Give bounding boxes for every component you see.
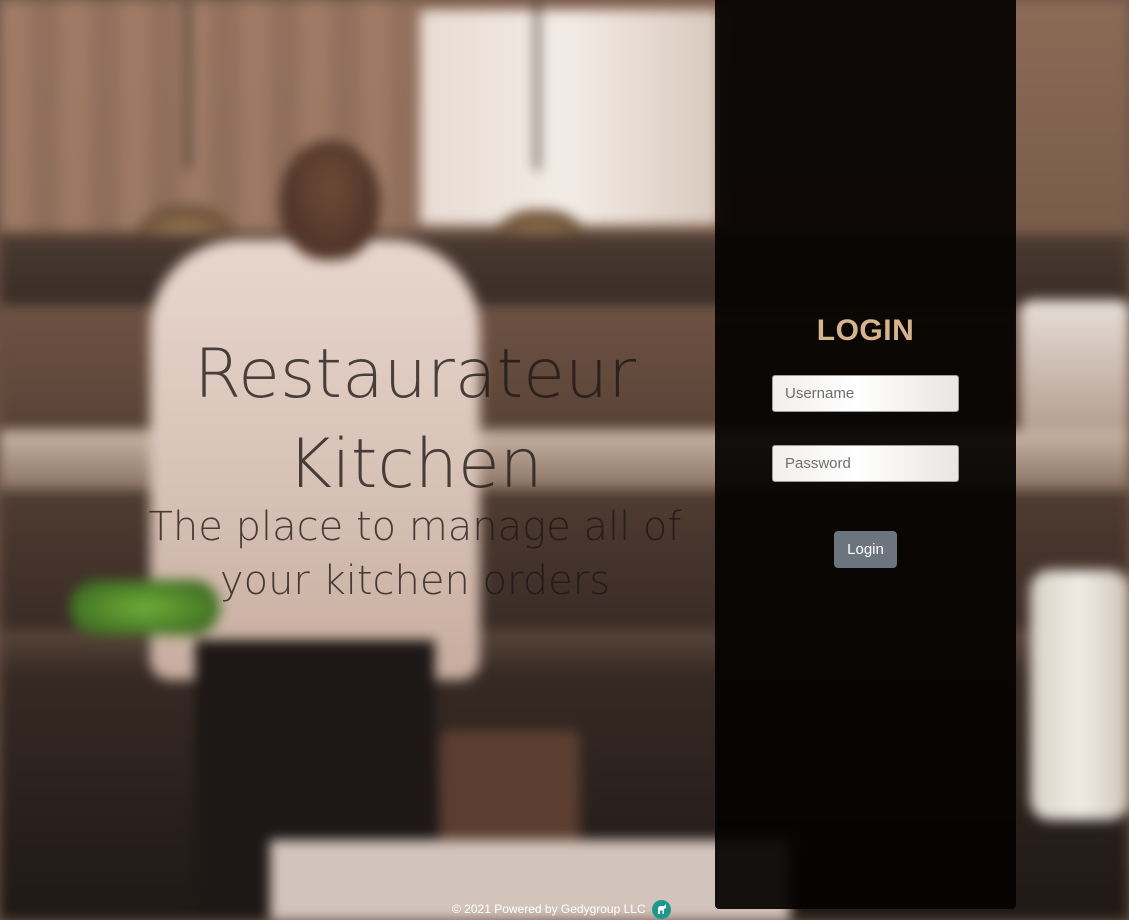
- hero-text: Restaurateur Kitchen The place to manage…: [140, 330, 690, 608]
- username-input[interactable]: [772, 375, 959, 412]
- login-page: Restaurateur Kitchen The place to manage…: [0, 0, 1129, 920]
- hero-title-line-2: Kitchen: [287, 425, 543, 504]
- footer: © 2021 Powered by Gedygroup LLC: [452, 899, 671, 919]
- hero-title: Restaurateur Kitchen: [140, 330, 690, 510]
- hero-subtitle: The place to manage all of your kitchen …: [148, 504, 682, 604]
- login-panel: LOGIN Login: [715, 0, 1016, 909]
- login-button[interactable]: Login: [834, 531, 897, 568]
- footer-copyright-text: © 2021 Powered by Gedygroup LLC: [452, 902, 646, 916]
- password-input[interactable]: [772, 445, 959, 482]
- gedygroup-logo-icon[interactable]: [651, 899, 671, 919]
- hero-title-line-1: Restaurateur: [193, 335, 637, 414]
- login-heading: LOGIN: [816, 314, 915, 347]
